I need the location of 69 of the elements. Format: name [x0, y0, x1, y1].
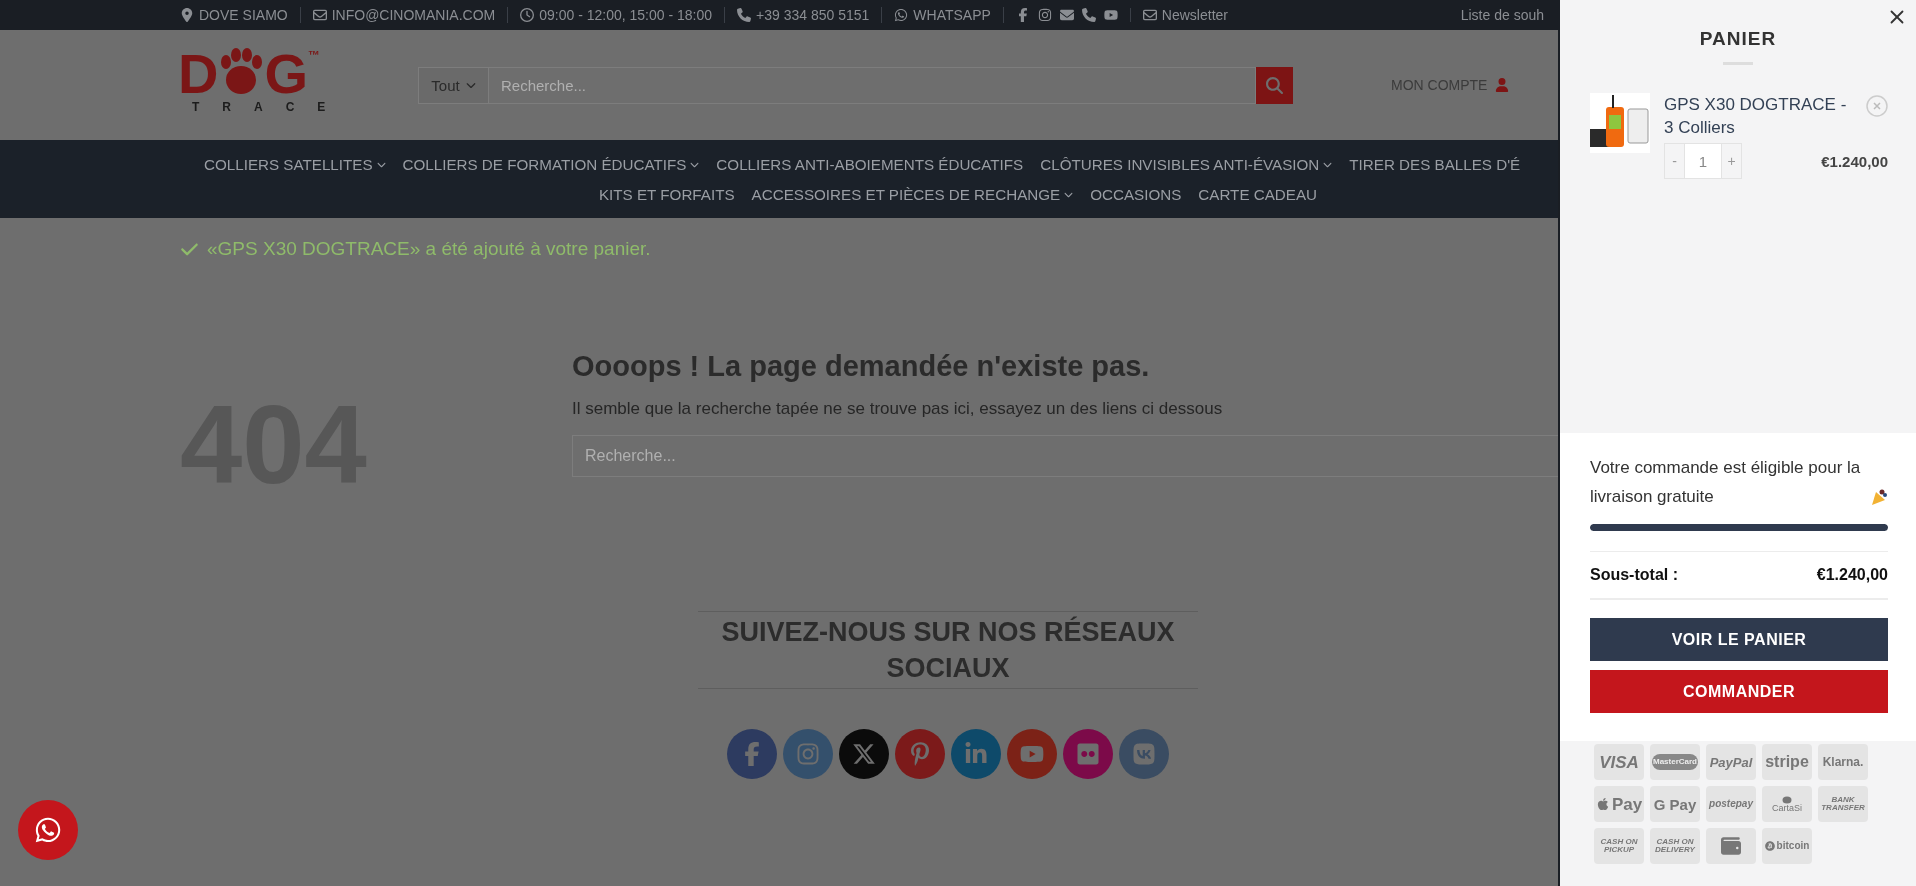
- payment-logo: PayPal: [1706, 744, 1756, 780]
- envelope-icon[interactable]: [1059, 8, 1074, 22]
- subtotal-label: Sous-total :: [1590, 566, 1678, 584]
- top-bar-link[interactable]: WHATSAPP: [913, 7, 991, 23]
- envelope-icon: [1142, 8, 1157, 22]
- top-bar-link[interactable]: 09:00 - 12:00, 15:00 - 18:00: [539, 7, 713, 23]
- subtotal-value: €1.240,00: [1816, 566, 1888, 584]
- view-cart-button[interactable]: VOIR LE PANIER: [1590, 618, 1888, 661]
- whatsapp-icon: [894, 8, 909, 22]
- location-pin-icon: [180, 8, 194, 22]
- nav-item[interactable]: OCCASIONS: [1090, 185, 1182, 203]
- party-popper-icon: [1870, 488, 1888, 506]
- search-icon: [1266, 76, 1283, 94]
- payment-logo: Pay: [1594, 786, 1644, 822]
- search-field[interactable]: Recherche...: [489, 66, 1256, 104]
- wishlist-link[interactable]: Liste de souh: [1460, 7, 1544, 23]
- payment-logo: Klarna.: [1818, 744, 1868, 780]
- nav-item[interactable]: TIRER DES BALLES D'É: [1349, 155, 1521, 173]
- social-title: SUIVEZ-NOUS SUR NOS RÉSEAUX SOCIAUX: [698, 611, 1198, 689]
- product-image[interactable]: [1590, 93, 1650, 153]
- payment-logo: VISA: [1594, 744, 1644, 780]
- envelope-icon: [312, 8, 327, 22]
- free-shipping-message: Votre commande est éligible pour la livraison gratuite: [1590, 457, 1862, 508]
- quantity-increase-button[interactable]: +: [1721, 143, 1742, 179]
- top-bar-link[interactable]: +39 334 850 5151: [756, 7, 870, 23]
- youtube-icon[interactable]: [1103, 8, 1118, 22]
- error-title: Oooops ! La page demandée n'existe pas.: [572, 350, 1151, 383]
- item-price: €1.240,00: [1821, 152, 1888, 170]
- nav-item[interactable]: COLLIERS DE FORMATION ÉDUCATIFS: [402, 155, 700, 173]
- instagram-icon[interactable]: [1037, 8, 1052, 22]
- wallet-icon: [1706, 828, 1756, 864]
- phone-icon: [737, 8, 752, 22]
- payment-logo: MasterCard: [1650, 744, 1700, 780]
- phone-icon[interactable]: [1081, 8, 1096, 22]
- top-bar-link[interactable]: DOVE SIAMO: [199, 7, 288, 23]
- nav-item[interactable]: KITS ET FORFAITS: [598, 185, 735, 203]
- clock-icon: [520, 8, 535, 22]
- nav-item[interactable]: COLLIERS ANTI-ABOIEMENTS ÉDUCATIFS: [716, 155, 1024, 173]
- search-button[interactable]: [1256, 66, 1293, 104]
- error-message: Il semble que la recherche tapée ne se trouve pas ici, essayez un des liens ci dessous: [572, 399, 1224, 419]
- category-select[interactable]: Tout: [418, 66, 489, 104]
- x-icon[interactable]: [839, 729, 889, 779]
- flickr-icon[interactable]: [1063, 729, 1113, 779]
- whatsapp-icon: [34, 816, 62, 844]
- logo[interactable]: D G™ TRACE: [178, 48, 348, 122]
- payment-logo: G Pay: [1650, 786, 1700, 822]
- quantity-field[interactable]: 1: [1685, 143, 1721, 179]
- nav-item[interactable]: CLÔTURES INVISIBLES ANTI-ÉVASION: [1040, 155, 1333, 173]
- nav-item[interactable]: ACCESSOIRES ET PIÈCES DE RECHANGE: [751, 185, 1074, 203]
- nav-item[interactable]: COLLIERS SATELLITES: [204, 155, 386, 173]
- payment-logo: postepay: [1706, 786, 1756, 822]
- added-to-cart-message: «GPS X30 DOGTRACE» a été ajouté à votre panier.: [207, 238, 651, 260]
- payment-logo: BANK TRANSFER: [1818, 786, 1868, 822]
- facebook-icon[interactable]: [727, 729, 777, 779]
- top-bar-link[interactable]: INFO@CINOMANIA.COM: [331, 7, 496, 23]
- cart-title: PANIER: [1698, 28, 1778, 50]
- payment-logo: bitcoin: [1762, 828, 1812, 864]
- payment-logo: CartaSi: [1762, 786, 1812, 822]
- checkout-button[interactable]: COMMANDER: [1590, 670, 1888, 713]
- newsletter-link[interactable]: Newsletter: [1161, 7, 1228, 23]
- payment-logo: CASH ON DELIVERY: [1650, 828, 1700, 864]
- product-name[interactable]: GPS X30 DOGTRACE - 3 Colliers: [1664, 93, 1858, 139]
- nav-item[interactable]: CARTE CADEAU: [1198, 185, 1318, 203]
- chevron-down-icon: [465, 80, 476, 90]
- payment-logo: stripe: [1762, 744, 1812, 780]
- whatsapp-chat-button[interactable]: [18, 800, 78, 860]
- user-icon: [1495, 78, 1510, 92]
- pinterest-icon[interactable]: [895, 729, 945, 779]
- payment-logo: CASH ON PICKUP: [1594, 828, 1644, 864]
